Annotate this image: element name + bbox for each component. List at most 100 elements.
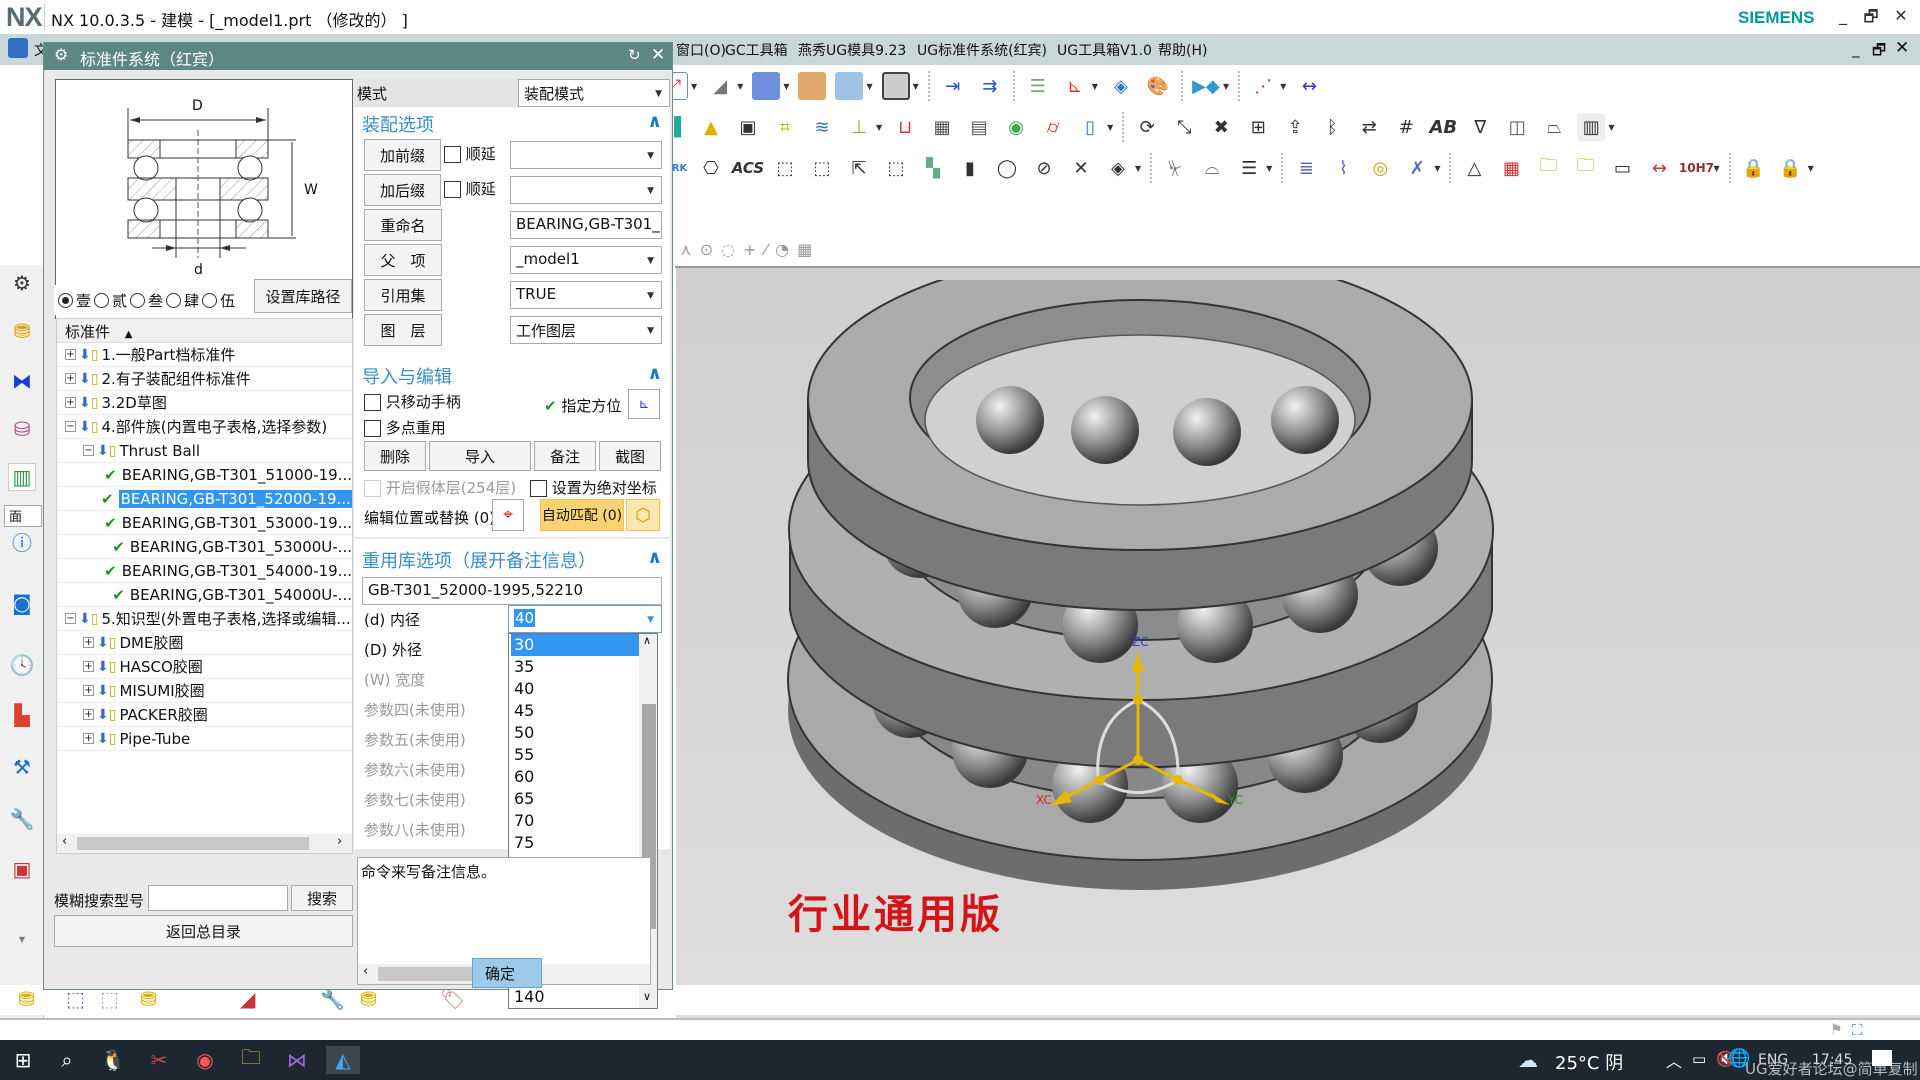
history-icon[interactable]: 🕓 xyxy=(8,651,36,679)
expand-icon[interactable]: + xyxy=(65,373,76,384)
notifications-icon[interactable] xyxy=(1872,1050,1892,1066)
back-to-catalog-button[interactable]: 返回总目录 xyxy=(54,915,353,947)
list-option[interactable]: 75 xyxy=(511,832,639,854)
move-handle-only-checkbox[interactable] xyxy=(364,394,381,411)
doc-minimize-button[interactable]: _ xyxy=(1852,40,1860,58)
triangle-icon[interactable]: △ xyxy=(1460,154,1488,182)
scroll-right-icon[interactable]: › xyxy=(337,834,342,849)
list-option[interactable]: 70 xyxy=(511,810,639,832)
menu-gc-toolbox[interactable]: GC工具箱 xyxy=(725,40,788,60)
delete-button[interactable]: 删除 xyxy=(364,441,426,471)
crosshair-icon[interactable]: ⌖ xyxy=(492,499,524,531)
mirror-move-icon[interactable]: ⇉ xyxy=(976,72,1004,100)
rename-input[interactable]: BEARING,GB-T301_5 xyxy=(510,211,662,239)
document-icon[interactable]: ▯ xyxy=(1076,113,1104,141)
weather-text[interactable]: 25°C 阴 xyxy=(1555,1049,1623,1075)
tree-row[interactable]: − ⬇▯ 4.部件族(内置电子表格,选择参数) xyxy=(57,415,352,439)
wcs-dynamic-icon[interactable]: ⎔ xyxy=(697,154,725,182)
tree-row[interactable]: ✔ BEARING,GB-T301_53000-19... xyxy=(57,511,352,535)
layer-settings-icon[interactable]: ☰ xyxy=(1024,72,1052,100)
rename-button[interactable]: 重命名 xyxy=(364,209,442,241)
mode-select[interactable]: 装配模式 ▼ xyxy=(518,79,670,107)
dropdown-arrow-icon[interactable]: ▼ xyxy=(1808,164,1814,173)
menu-yanxiu-mold[interactable]: 燕秀UG模具9.23 xyxy=(798,40,906,60)
prohibit-icon[interactable]: ⊘ xyxy=(1030,154,1058,182)
quadrant-icon[interactable]: ◫ xyxy=(1503,113,1531,141)
csys-orientation-button[interactable]: ⊾ xyxy=(628,389,660,419)
tree-row[interactable]: + ⬇▯ 2.有子装配组件标准件 xyxy=(57,367,352,391)
list-option[interactable]: 35 xyxy=(511,656,639,678)
list-option[interactable]: 60 xyxy=(511,766,639,788)
expand-icon[interactable]: + xyxy=(83,733,94,744)
bounding-box-icon[interactable]: ⬚ xyxy=(771,154,799,182)
dropdown-arrow-icon[interactable]: ▼ xyxy=(866,82,872,91)
radio-5[interactable] xyxy=(202,292,218,308)
list-hand-icon[interactable]: ☰ xyxy=(1235,154,1263,182)
edit-object-display-icon[interactable]: ◈ xyxy=(1107,72,1135,100)
split-body-icon[interactable] xyxy=(835,72,864,100)
collapse-icon[interactable]: ∧ xyxy=(647,363,662,384)
blend-icon[interactable]: ⌓ xyxy=(1198,154,1226,182)
histogram-icon[interactable]: ▥ xyxy=(1577,113,1606,141)
tree-row[interactable]: + ⬇▯ Pipe-Tube xyxy=(57,727,352,751)
bom-icon[interactable]: ▦ xyxy=(928,113,956,141)
boxes-icon[interactable]: ⛃ xyxy=(140,987,157,1011)
drawing-icon[interactable]: ▤ xyxy=(965,113,993,141)
add-suffix-button[interactable]: 加后缀 xyxy=(364,174,441,206)
list-option[interactable]: 55 xyxy=(511,744,639,766)
note-button[interactable]: 备注 xyxy=(534,441,596,471)
reference-set-select[interactable]: TRUE ▼ xyxy=(510,281,662,309)
qq-icon[interactable]: 🐧 xyxy=(96,1046,130,1074)
suffix-sequence-checkbox[interactable] xyxy=(444,181,461,198)
dropdown-arrow-icon[interactable]: ▼ xyxy=(783,82,789,91)
doc-restore-button[interactable]: 🗗 xyxy=(1872,40,1886,65)
swap-icon[interactable]: ⇄ xyxy=(1355,113,1383,141)
absolute-csys-checkbox[interactable] xyxy=(530,480,547,497)
folder-circles-icon[interactable]: 🗀 xyxy=(1571,154,1599,182)
minimize-button[interactable]: _ xyxy=(1832,6,1854,25)
dropdown-arrow-icon[interactable]: ▼ xyxy=(1434,164,1440,173)
constraint-icon[interactable]: ◢ xyxy=(240,987,255,1011)
web-browser-icon[interactable]: ◙ xyxy=(8,589,36,617)
assembly-icon[interactable]: ⛃ xyxy=(18,987,35,1011)
auto-match-button[interactable]: 自动匹配 (0) xyxy=(540,499,624,531)
display-mode-icon[interactable] xyxy=(881,72,910,100)
export-icon[interactable]: ⇪ xyxy=(1281,113,1309,141)
tree-row[interactable]: ✔ BEARING,GB-T301_54000-19... xyxy=(57,559,352,583)
expand-icon[interactable]: + xyxy=(65,349,76,360)
cross-icon[interactable]: ✖ xyxy=(1207,113,1235,141)
point-set-icon[interactable]: ⋰ xyxy=(1249,72,1277,100)
dashed-rect-icon[interactable]: ⬚ xyxy=(808,154,836,182)
parent-select[interactable]: _model1 ▼ xyxy=(510,246,662,274)
constraint-navigator-icon[interactable]: ⧓ xyxy=(8,367,36,395)
fullscreen-icon[interactable]: ⛶ xyxy=(1852,1021,1863,1039)
lock-boxes-icon[interactable]: 🔒 xyxy=(1740,154,1768,182)
radio-3[interactable] xyxy=(130,292,146,308)
tree-row[interactable]: ✔ BEARING,GB-T301_53000U-... xyxy=(57,535,352,559)
search-icon[interactable]: ⌕ xyxy=(50,1046,84,1074)
diamond-icon[interactable]: ◈ xyxy=(1104,154,1132,182)
circle-icon[interactable]: ◯ xyxy=(993,154,1021,182)
browser-icon[interactable]: ◉ xyxy=(188,1046,222,1074)
move-object-icon[interactable]: ⇥ xyxy=(939,72,967,100)
extension-spring-icon[interactable]: ⌇ xyxy=(1329,154,1357,182)
layer-select[interactable]: 工作图层 ▼ xyxy=(510,316,662,344)
text-ab-icon[interactable]: AB xyxy=(1429,113,1457,141)
expand-icon[interactable]: + xyxy=(83,709,94,720)
tree-row[interactable]: + ⬇▯ DME胶圈 xyxy=(57,631,352,655)
expand-icon[interactable]: + xyxy=(83,637,94,648)
roles-icon[interactable]: 🔧 xyxy=(8,805,36,833)
radio-4[interactable] xyxy=(166,292,182,308)
assembly-navigator-icon[interactable]: ⛃ xyxy=(8,317,36,345)
close-button[interactable]: ✕ xyxy=(1890,6,1912,25)
collapse-icon[interactable]: ∧ xyxy=(647,547,662,568)
tray-chevron-icon[interactable]: ︿ xyxy=(1666,1048,1682,1072)
radio-2[interactable] xyxy=(94,292,110,308)
hd3d-tools-icon[interactable]: ⓘ xyxy=(8,527,36,555)
extrude-icon[interactable]: ◢ xyxy=(706,72,734,100)
hash-icon[interactable]: # xyxy=(1392,113,1420,141)
dropdown-arrow-icon[interactable]: ▼ xyxy=(691,82,697,91)
spring-icon[interactable]: ≣ xyxy=(1292,154,1320,182)
scroll-down-icon[interactable]: ▾ xyxy=(8,925,36,953)
inner-diameter-select[interactable]: 40 ▼ xyxy=(508,605,662,633)
